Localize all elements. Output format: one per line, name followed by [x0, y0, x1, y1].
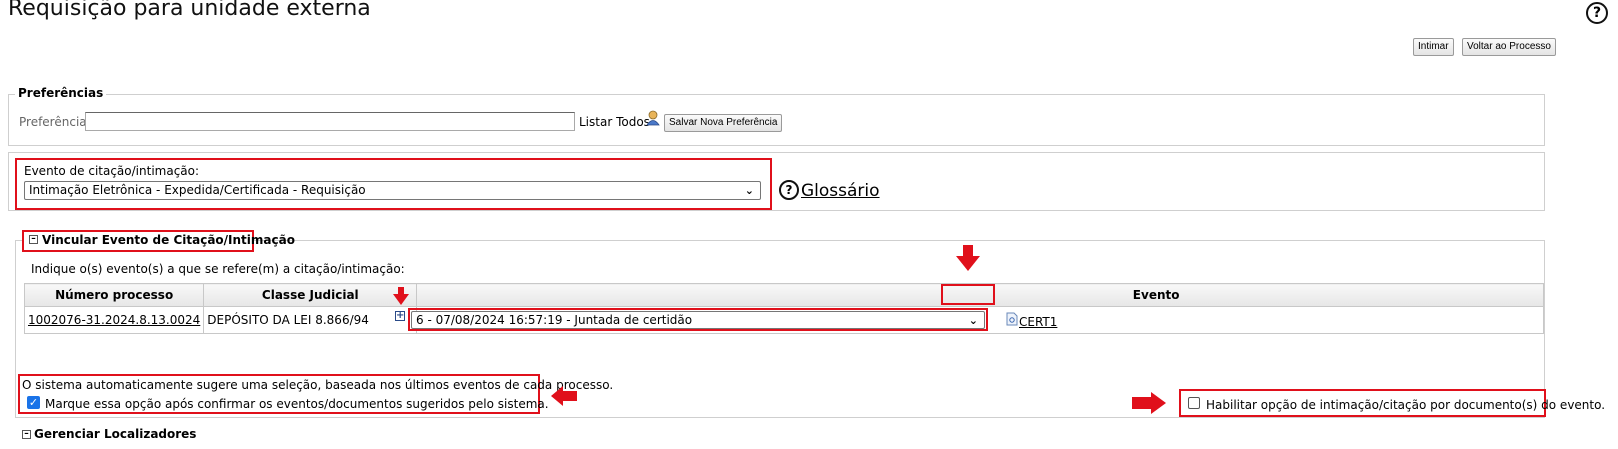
- column-header-numero: Número processo: [23, 283, 205, 307]
- evento-select-value: Intimação Eletrônica - Expedida/Certific…: [29, 183, 366, 197]
- arrow-down-icon: [393, 287, 409, 305]
- vincular-legend: Vincular Evento de Citação/Intimação: [42, 233, 295, 247]
- listar-todos-link[interactable]: Listar Todos: [579, 115, 650, 129]
- gerenciar-legend: Gerenciar Localizadores: [34, 427, 197, 441]
- voltar-ao-processo-button[interactable]: Voltar ao Processo: [1462, 38, 1556, 56]
- evento-label: Evento de citação/intimação:: [24, 164, 200, 178]
- chevron-down-icon: ⌄: [744, 184, 754, 197]
- chevron-down-icon: ⌄: [968, 314, 978, 327]
- column-header-classe: Classe Judicial: [203, 283, 418, 307]
- page-title: Requisição para unidade externa: [8, 0, 371, 21]
- minus-box-icon[interactable]: –: [22, 430, 31, 439]
- evento-header-highlight: [941, 284, 995, 305]
- question-circle-icon[interactable]: ?: [1586, 2, 1608, 24]
- plus-box-icon[interactable]: +: [395, 311, 405, 321]
- evento-row-select[interactable]: 6 - 07/08/2024 16:57:19 - Juntada de cer…: [411, 311, 985, 329]
- glossario-help-icon[interactable]: ?: [779, 180, 799, 200]
- habilitar-checkbox-label: Habilitar opção de intimação/citação por…: [1206, 398, 1606, 412]
- arrow-right-icon: [1132, 392, 1166, 414]
- arrow-down-icon: [956, 245, 980, 271]
- minus-box-icon[interactable]: –: [29, 235, 38, 244]
- preferencias-legend: Preferências: [15, 86, 107, 100]
- salvar-nova-preferencia-button[interactable]: Salvar Nova Preferência: [664, 114, 783, 132]
- glossario-link[interactable]: Glossário: [801, 181, 880, 201]
- classe-judicial-cell: DEPÓSITO DA LEI 8.866/94: [203, 306, 418, 334]
- evento-row-select-value: 6 - 07/08/2024 16:57:19 - Juntada de cer…: [416, 313, 693, 327]
- numero-processo-link[interactable]: 1002076-31.2024.8.13.0024: [23, 306, 205, 334]
- auto-suggest-text: O sistema automaticamente sugere uma sel…: [22, 378, 614, 392]
- preferencia-input[interactable]: [85, 112, 575, 131]
- evento-select[interactable]: Intimação Eletrônica - Expedida/Certific…: [24, 181, 761, 200]
- cert1-link[interactable]: CERT1: [1019, 315, 1057, 329]
- document-icon[interactable]: [1006, 312, 1018, 326]
- preferencia-label: Preferência:: [19, 115, 91, 129]
- user-icon[interactable]: [646, 110, 660, 126]
- habilitar-checkbox[interactable]: [1188, 397, 1200, 409]
- arrow-left-icon: [551, 386, 577, 406]
- confirm-checkbox-label: Marque essa opção após confirmar os even…: [45, 397, 549, 411]
- intimar-button[interactable]: Intimar: [1413, 38, 1454, 56]
- vincular-instruction: Indique o(s) evento(s) a que se refere(m…: [31, 262, 405, 276]
- confirm-checkbox[interactable]: ✓: [27, 396, 40, 409]
